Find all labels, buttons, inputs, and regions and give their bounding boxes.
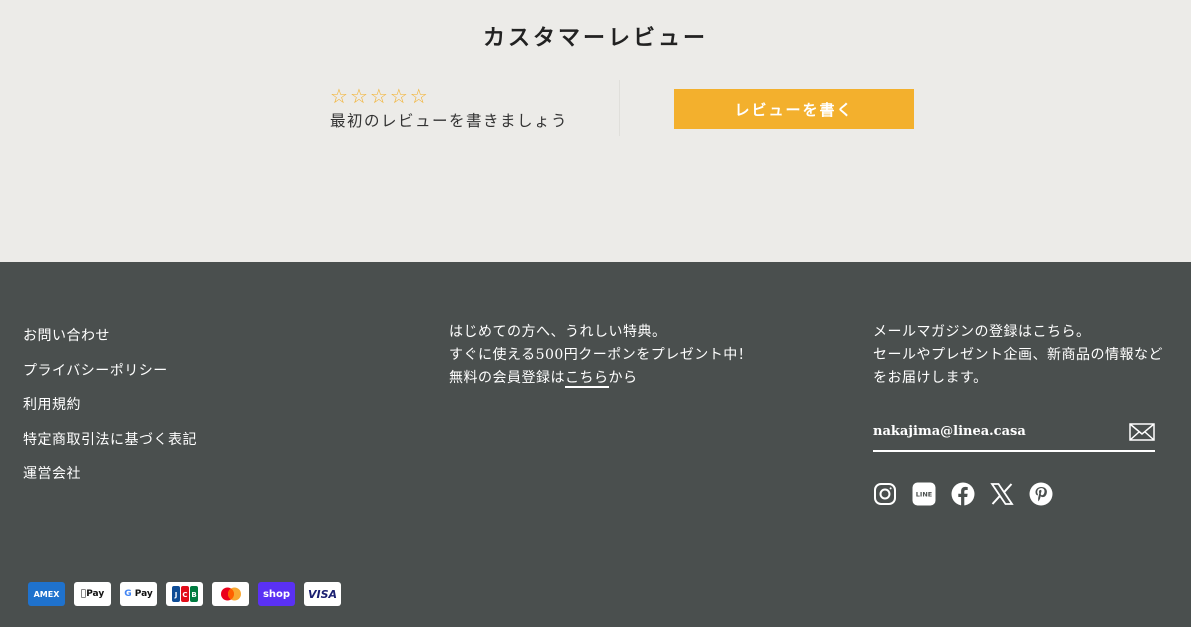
write-review-button[interactable]: レビューを書く xyxy=(674,89,914,129)
signup-link[interactable]: こちら xyxy=(565,370,609,388)
newsletter-email-input[interactable] xyxy=(873,418,1123,444)
customer-reviews-section: カスタマーレビュー ☆ ☆ ☆ ☆ ☆ 最初のレビューを書きましょう レビューを… xyxy=(0,0,1191,262)
google-pay-icon: G Pay xyxy=(120,582,157,606)
no-reviews-text: 最初のレビューを書きましょう xyxy=(330,112,569,130)
jcb-icon: J C B xyxy=(166,582,203,606)
svg-text:LINE: LINE xyxy=(916,491,932,499)
star-empty-icon: ☆ xyxy=(389,84,408,108)
newsletter-text: メールマガジンの登録はこちら。 セールやプレゼント企画、新商品の情報など をお届… xyxy=(873,321,1163,390)
footer-link-privacy-policy[interactable]: プライバシーポリシー xyxy=(23,359,197,394)
footer-link-company[interactable]: 運営会社 xyxy=(23,462,197,497)
footer-links: お問い合わせ プライバシーポリシー 利用規約 特定商取引法に基づく表記 運営会社 xyxy=(23,324,197,497)
promo-prefix: 無料の会員登録は xyxy=(449,370,565,386)
rating-stars: ☆ ☆ ☆ ☆ ☆ xyxy=(330,86,568,106)
shop-pay-icon: shop xyxy=(258,582,295,606)
apple-pay-icon: Pay xyxy=(74,582,111,606)
star-empty-icon: ☆ xyxy=(349,84,368,108)
svg-text:C: C xyxy=(182,591,187,599)
star-empty-icon: ☆ xyxy=(409,84,428,108)
pinterest-icon[interactable] xyxy=(1029,482,1053,506)
site-footer: お問い合わせ プライバシーポリシー 利用規約 特定商取引法に基づく表記 運営会社… xyxy=(0,262,1191,627)
instagram-icon[interactable] xyxy=(873,482,897,506)
member-promo: はじめての方へ、うれしい特典。 すぐに使える500円クーポンをプレゼント中！ 無… xyxy=(449,321,752,390)
apple-pay-label: Pay xyxy=(83,589,104,599)
promo-line-1: はじめての方へ、うれしい特典。 xyxy=(449,324,667,340)
facebook-icon[interactable] xyxy=(951,482,975,506)
summary-divider xyxy=(619,80,620,136)
svg-text:J: J xyxy=(173,591,177,599)
star-empty-icon: ☆ xyxy=(330,84,348,108)
amex-icon: AMEX xyxy=(28,582,65,606)
google-g-icon: G xyxy=(124,589,135,599)
newsletter-line-2: セールやプレゼント企画、新商品の情報など xyxy=(873,347,1163,363)
line-icon[interactable]: LINE xyxy=(912,482,936,506)
reviews-title: カスタマーレビュー xyxy=(482,25,708,51)
payment-methods: AMEX Pay G Pay J C B shop VISA xyxy=(28,582,341,606)
footer-link-commercial-transactions[interactable]: 特定商取引法に基づく表記 xyxy=(23,428,197,463)
newsletter-form xyxy=(873,416,1155,452)
footer-link-contact[interactable]: お問い合わせ xyxy=(23,324,197,359)
review-summary: ☆ ☆ ☆ ☆ ☆ 最初のレビューを書きましょう xyxy=(330,86,568,131)
x-icon[interactable] xyxy=(990,482,1014,506)
newsletter-line-1: メールマガジンの登録はこちら。 xyxy=(873,324,1091,340)
footer-link-terms[interactable]: 利用規約 xyxy=(23,393,197,428)
newsletter-line-3: をお届けします。 xyxy=(873,370,988,386)
google-pay-label: Pay xyxy=(134,589,153,599)
visa-icon: VISA xyxy=(304,582,341,606)
svg-text:B: B xyxy=(191,591,196,599)
star-empty-icon: ☆ xyxy=(369,84,388,108)
promo-line-2: すぐに使える500円クーポンをプレゼント中！ xyxy=(449,347,753,363)
envelope-icon[interactable] xyxy=(1129,422,1155,442)
promo-line-3: 無料の会員登録はこちらから xyxy=(449,367,752,390)
social-links: LINE xyxy=(873,482,1053,506)
promo-suffix: から xyxy=(608,370,638,386)
mastercard-icon xyxy=(212,582,249,606)
